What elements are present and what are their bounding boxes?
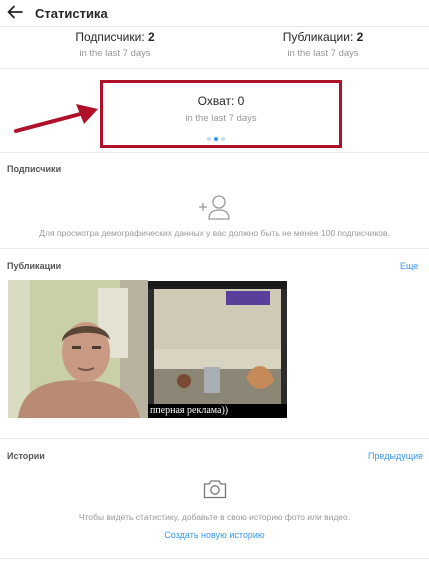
- reach-label: Охват: 0: [197, 94, 245, 108]
- top-bar: Статистика: [0, 0, 429, 27]
- followers-section-title: Подписчики: [7, 164, 62, 174]
- divider: [0, 248, 429, 249]
- stories-section-title: Истории: [7, 451, 45, 461]
- reach-card[interactable]: Охват: 0 in the last 7 days: [100, 80, 342, 148]
- followers-period: in the last 7 days: [79, 48, 151, 59]
- annotation-arrow: [14, 104, 98, 133]
- pager-dot-active: [214, 137, 218, 141]
- post-caption: пперная реклама)): [148, 404, 287, 418]
- followers-count: 2: [148, 30, 155, 44]
- divider: [0, 68, 429, 69]
- stories-previous-link[interactable]: Предыдущие: [368, 451, 423, 461]
- reach-period: in the last 7 days: [185, 113, 257, 124]
- demographics-note: Для просмотра демографических данных у в…: [39, 228, 390, 238]
- pager-dot: [221, 137, 225, 141]
- posts-count: 2: [356, 30, 364, 44]
- posts-stat: Публикации: 2 in the last 7 days: [258, 30, 388, 59]
- posts-stat-label: Публикации: 2: [282, 30, 364, 44]
- page-title: Статистика: [35, 6, 108, 21]
- followers-stat: Подписчики: 2 in the last 7 days: [50, 30, 180, 59]
- pager-dot: [207, 137, 211, 141]
- stories-note: Чтобы видеть статистику, добавьте в свою…: [78, 512, 351, 522]
- create-story-link[interactable]: Создать новую историю: [0, 530, 429, 540]
- followers-stat-label: Подписчики: 2: [75, 30, 155, 44]
- post-thumbnail-1[interactable]: [8, 280, 148, 418]
- divider: [0, 438, 429, 439]
- posts-more-link[interactable]: Еще: [400, 261, 418, 271]
- back-arrow-icon[interactable]: [6, 3, 24, 21]
- add-person-icon: [199, 195, 230, 220]
- posts-section-title: Публикации: [7, 261, 62, 271]
- divider: [0, 558, 429, 559]
- camera-icon: [203, 480, 227, 499]
- divider: [0, 152, 429, 153]
- posts-period: in the last 7 days: [287, 48, 359, 59]
- post-thumbnail-2[interactable]: [148, 281, 287, 418]
